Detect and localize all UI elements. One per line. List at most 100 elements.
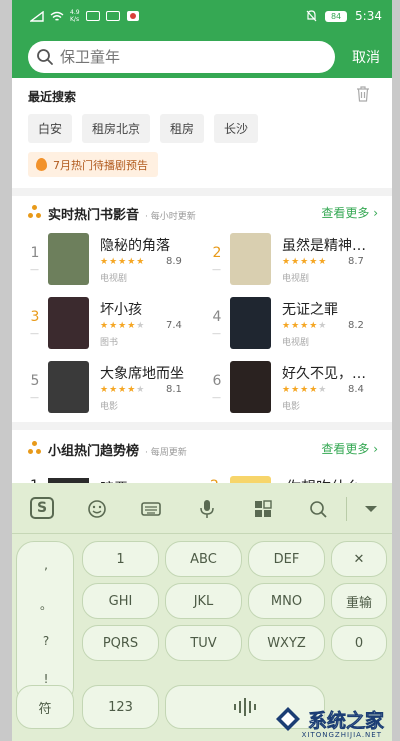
rank-number: 4 <box>212 309 222 325</box>
punctuation-column[interactable]: , 。 ? ! <box>16 541 74 705</box>
watermark: 系统之家 XITONGZHIJIA.NET <box>222 697 392 741</box>
rating-score: 8.7 <box>348 256 364 267</box>
cover-image <box>48 297 89 349</box>
cover-image <box>48 233 89 285</box>
key-1[interactable]: 1 <box>82 541 159 577</box>
status-bar: 4.9 K/s 84 5:34 <box>12 0 392 36</box>
search-input[interactable] <box>60 48 300 66</box>
item-category: 图书 <box>100 338 119 348</box>
rank-trend: — <box>30 265 39 275</box>
item-category: 电视剧 <box>282 338 310 348</box>
section-subtitle: · 每小时更新 <box>145 212 196 222</box>
rank-number: 3 <box>30 309 40 325</box>
watermark-logo-icon <box>275 707 300 731</box>
item-title: 无证之罪 <box>282 302 338 318</box>
group-trends-header: 小组热门趋势榜 · 每周更新 <box>28 440 187 459</box>
emoji-icon[interactable] <box>86 499 108 519</box>
symbol-key[interactable]: 符 <box>16 685 74 729</box>
hot-media-item[interactable]: 3 — 坏小孩 ★★★★★ 7.4 图书 <box>28 297 203 349</box>
battery-icon: 84 <box>325 10 348 22</box>
rating-score: 8.2 <box>348 320 364 331</box>
item-category: 电影 <box>100 402 119 412</box>
item-category: 电视剧 <box>100 274 128 284</box>
chevron-right-icon: › <box>373 442 378 456</box>
hot-media-item[interactable]: 5 — 大象席地而坐 ★★★★★ 8.1 电影 <box>28 361 203 413</box>
search-box[interactable] <box>28 41 335 73</box>
rank-trend: — <box>212 329 221 339</box>
reenter-key[interactable]: 重输 <box>331 583 387 619</box>
key-0[interactable]: 0 <box>331 625 387 661</box>
section-divider <box>12 188 392 196</box>
cover-image <box>230 297 271 349</box>
rank-trend: — <box>30 393 39 403</box>
hot-media-item[interactable]: 2 — 虽然是精神… ★★★★★ 8.7 电视剧 <box>210 233 385 285</box>
toolbar-separator <box>12 533 392 534</box>
weibo-icon <box>126 11 139 21</box>
mute-icon <box>306 10 317 22</box>
rating-score: 8.1 <box>166 384 182 395</box>
toolbar-divider <box>346 497 347 521</box>
cover-image <box>48 361 89 413</box>
hot-rank-icon <box>28 441 42 455</box>
recent-search-chip[interactable]: 长沙 <box>214 114 259 143</box>
key-tuv[interactable]: TUV <box>165 625 242 661</box>
clock: 5:34 <box>355 9 382 23</box>
recent-searches-title: 最近搜索 <box>28 90 77 104</box>
recent-search-chip[interactable]: 租房北京 <box>82 114 151 143</box>
recent-search-chip[interactable]: 租房 <box>160 114 205 143</box>
rating-stars: ★★★★★ <box>100 321 146 331</box>
key-abc[interactable]: ABC <box>165 541 242 577</box>
trash-icon[interactable] <box>356 86 370 102</box>
apps-icon[interactable] <box>252 499 274 519</box>
rank-trend: — <box>30 329 39 339</box>
collapse-icon[interactable] <box>360 499 382 519</box>
hot-media-item[interactable]: 4 — 无证之罪 ★★★★★ 8.2 电视剧 <box>210 297 385 349</box>
item-title: 大象席地而坐 <box>100 366 184 382</box>
promo-chip[interactable]: 7月热门待播剧预告 <box>28 152 158 177</box>
wifi-icon <box>50 11 64 21</box>
see-more-link[interactable]: 查看更多 › <box>321 440 378 457</box>
search-header: 取消 <box>12 36 392 78</box>
key-ghi[interactable]: GHI <box>82 583 159 619</box>
rank-number: 5 <box>30 373 40 389</box>
delete-key[interactable]: ✕ <box>331 541 387 577</box>
search-icon <box>37 49 53 65</box>
sogou-logo-icon[interactable]: S <box>30 497 54 519</box>
cancel-button[interactable]: 取消 <box>352 47 380 67</box>
hot-media-item[interactable]: 1 — 隐秘的角落 ★★★★★ 8.9 电视剧 <box>28 233 203 285</box>
punctuation-key[interactable]: ! <box>17 672 75 686</box>
section-title: 小组热门趋势榜 <box>48 444 140 459</box>
rating-score: 8.9 <box>166 256 182 267</box>
promo-label: 7月热门待播剧预告 <box>53 158 148 172</box>
recent-search-chip[interactable]: 白安 <box>28 114 73 143</box>
watermark-url: XITONGZHIJIA.NET <box>301 731 382 739</box>
rank-trend: — <box>212 393 221 403</box>
search-icon[interactable] <box>308 499 330 519</box>
message-icon <box>105 11 120 21</box>
key-wxyz[interactable]: WXYZ <box>248 625 325 661</box>
item-title: 虽然是精神… <box>282 238 366 254</box>
cover-image <box>230 233 271 285</box>
rating-score: 7.4 <box>166 320 182 331</box>
punctuation-key[interactable]: ? <box>17 634 75 648</box>
cover-image <box>230 361 271 413</box>
rating-stars: ★★★★★ <box>282 385 328 395</box>
punctuation-key[interactable]: 。 <box>17 596 75 613</box>
key-def[interactable]: DEF <box>248 541 325 577</box>
recent-search-chips: 白安 租房北京 租房 长沙 <box>28 114 259 143</box>
rank-trend: — <box>212 265 221 275</box>
rank-number: 2 <box>212 245 222 261</box>
item-category: 电视剧 <box>282 274 310 284</box>
key-jkl[interactable]: JKL <box>165 583 242 619</box>
numeric-key[interactable]: 123 <box>82 685 159 729</box>
keyboard-icon[interactable] <box>140 499 162 519</box>
see-more-link[interactable]: 查看更多 › <box>321 204 378 221</box>
rank-number: 1 <box>30 245 40 261</box>
key-pqrs[interactable]: PQRS <box>82 625 159 661</box>
key-mno[interactable]: MNO <box>248 583 325 619</box>
hot-rank-icon <box>28 205 42 219</box>
microphone-icon[interactable] <box>196 499 218 519</box>
section-divider <box>12 422 392 430</box>
hot-media-item[interactable]: 6 — 好久不见，… ★★★★★ 8.4 电影 <box>210 361 385 413</box>
punctuation-key[interactable]: , <box>17 558 75 572</box>
